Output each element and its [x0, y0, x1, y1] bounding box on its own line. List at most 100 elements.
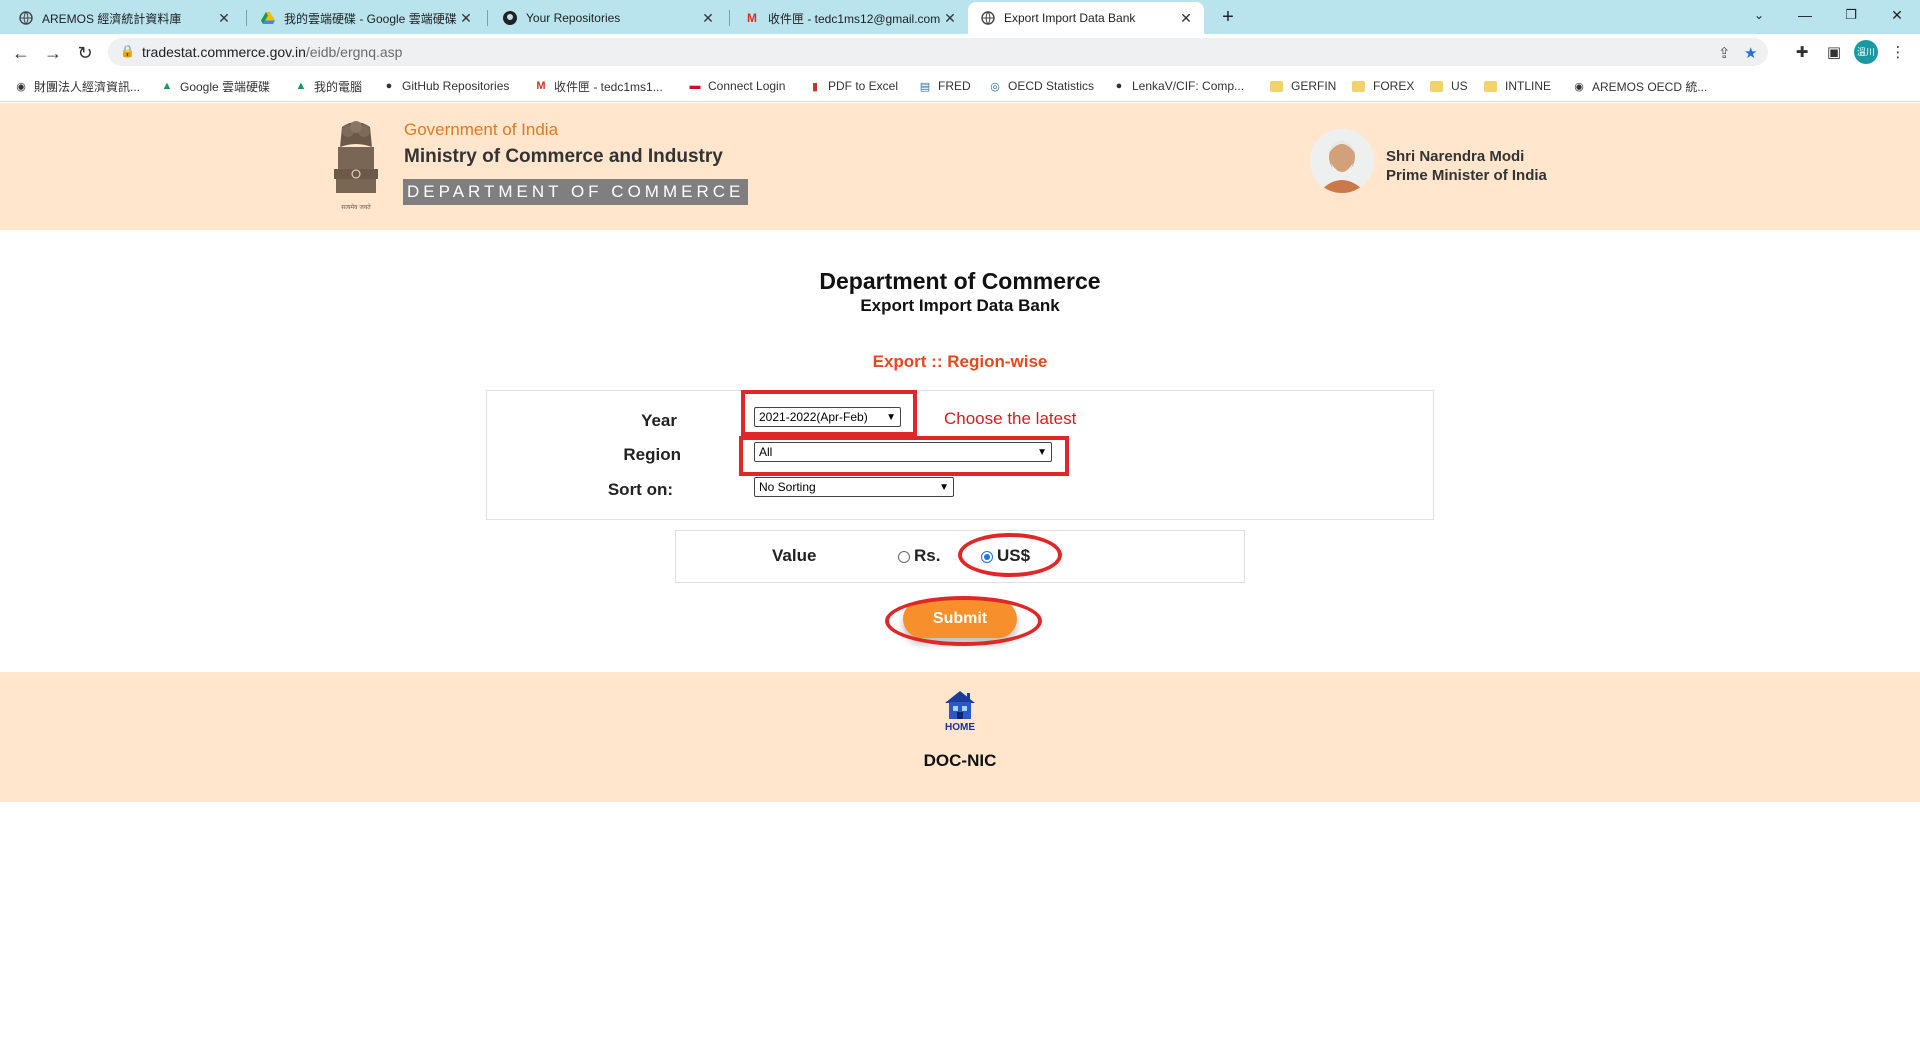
bookmark-item[interactable]: ▬ Connect Login — [688, 76, 786, 96]
home-icon[interactable] — [942, 688, 978, 720]
usd-highlight-ellipse — [958, 533, 1062, 577]
tab-title: AREMOS 經濟統計資料庫 — [42, 11, 182, 26]
reload-button[interactable]: ↻ — [72, 40, 98, 66]
emblem-caption: सत्यमेव जयते — [341, 203, 371, 211]
tab-export-import[interactable]: Export Import Data Bank ✕ — [968, 2, 1204, 34]
value-label: Value — [772, 546, 817, 565]
gmail-icon: M — [747, 11, 757, 25]
year-highlight-box — [741, 390, 917, 436]
tab-aremos[interactable]: AREMOS 經濟統計資料庫 ✕ — [6, 2, 242, 34]
tab-search-icon[interactable]: ⌄ — [1736, 0, 1782, 30]
tab-title: 收件匣 - tedc1ms12@gmail.com — [768, 11, 941, 26]
tab-title: Export Import Data Bank — [1004, 11, 1136, 25]
bookmark-item[interactable]: ▲ Google 雲端硬碟 — [160, 76, 270, 96]
folder-icon — [1270, 80, 1283, 92]
browser-toolbar: ← → ↻ 🔒 tradestat.commerce.gov.in/eidb/e… — [0, 34, 1920, 70]
google-drive-icon: ▲ — [295, 80, 307, 92]
extensions-icon[interactable]: ✚ — [1790, 41, 1814, 65]
national-emblem-icon: सत्यमेव जयते — [334, 121, 378, 211]
globe-icon — [18, 10, 34, 26]
folder-icon — [1484, 80, 1497, 92]
globe-icon: ◉ — [1574, 80, 1584, 93]
lock-icon: 🔒 — [120, 44, 135, 58]
tab-separator — [246, 10, 247, 26]
tab-google-drive[interactable]: 我的雲端硬碟 - Google 雲端硬碟 ✕ — [248, 2, 484, 34]
close-tab-icon[interactable]: ✕ — [216, 10, 232, 27]
gmail-icon: M — [536, 80, 546, 92]
tab-github[interactable]: Your Repositories ✕ — [490, 2, 726, 34]
github-icon: ● — [1115, 80, 1123, 92]
bookmark-item[interactable]: ▤ FRED — [918, 76, 971, 96]
chevron-down-icon: ▼ — [939, 481, 949, 493]
url-text: tradestat.commerce.gov.in/eidb/ergnq.asp — [142, 44, 403, 60]
region-label: Region — [623, 445, 681, 464]
page-subtitle: Export Import Data Bank — [860, 296, 1060, 315]
minimize-button[interactable]: — — [1782, 0, 1828, 30]
close-tab-icon[interactable]: ✕ — [458, 10, 474, 27]
pm-name: Shri Narendra Modi — [1386, 148, 1525, 165]
bookmark-star-icon[interactable]: ★ — [1744, 44, 1757, 62]
bookmark-item[interactable]: ● GitHub Repositories — [382, 76, 510, 96]
avatar[interactable]: 溫川 — [1854, 40, 1878, 64]
bookmark-item[interactable]: ▮ PDF to Excel — [808, 76, 898, 96]
close-window-button[interactable]: ✕ — [1874, 0, 1920, 30]
back-button[interactable]: ← — [8, 40, 34, 66]
restore-button[interactable]: ❐ — [1828, 0, 1874, 30]
close-tab-icon[interactable]: ✕ — [942, 10, 958, 27]
tab-title: Your Repositories — [526, 11, 621, 25]
close-tab-icon[interactable]: ✕ — [700, 10, 716, 27]
address-bar[interactable]: 🔒 tradestat.commerce.gov.in/eidb/ergnq.a… — [108, 38, 1768, 66]
bookmark-item[interactable]: ◎ OECD Statistics — [988, 76, 1094, 96]
tab-gmail[interactable]: M 收件匣 - tedc1ms12@gmail.com ✕ — [732, 2, 968, 34]
sort-label: Sort on: — [607, 480, 673, 499]
pm-photo — [1310, 129, 1374, 193]
google-drive-icon: ▲ — [161, 80, 173, 92]
bookmark-item[interactable]: ● LenkaV/CIF: Comp... — [1112, 76, 1244, 96]
department-banner: DEPARTMENT OF COMMERCE — [403, 179, 749, 205]
globe-icon: ◉ — [16, 80, 26, 93]
github-icon — [502, 10, 518, 26]
tab-separator — [487, 10, 488, 26]
year-annotation: Choose the latest — [944, 409, 1077, 428]
flag-icon: ▬ — [689, 80, 701, 92]
pm-title: Prime Minister of India — [1386, 167, 1547, 184]
forward-button[interactable]: → — [40, 40, 66, 66]
bookmark-folder[interactable]: US — [1430, 76, 1468, 96]
bookmarks-bar: ◉ 財團法人經濟資訊... ▲ Google 雲端硬碟 ▲ 我的電腦 ● GitHub … — [0, 70, 1920, 102]
tab-title: 我的雲端硬碟 - Google 雲端硬碟 — [284, 11, 457, 26]
pdf-icon: ▮ — [811, 80, 819, 93]
close-tab-icon[interactable]: ✕ — [1178, 10, 1194, 27]
sort-select[interactable]: No Sorting ▼ — [754, 477, 954, 497]
oecd-icon: ◎ — [990, 80, 1000, 93]
chart-icon: ▤ — [919, 80, 931, 93]
tab-bar: AREMOS 經濟統計資料庫 ✕ 我的雲端硬碟 - Google 雲端硬碟 ✕ … — [0, 0, 1920, 34]
value-selector: Value Rs. US$ — [675, 530, 1245, 583]
google-drive-icon — [260, 10, 276, 26]
year-label: Year — [641, 411, 677, 430]
section-title: Export :: Region-wise — [872, 352, 1048, 371]
bookmark-item[interactable]: ◉ 財團法人經濟資訊... — [14, 76, 140, 96]
new-tab-button[interactable]: + — [1215, 4, 1241, 30]
bookmark-item[interactable]: M 收件匣 - tedc1ms1... — [534, 76, 662, 96]
bookmark-folder[interactable]: FOREX — [1352, 76, 1414, 96]
folder-icon — [1430, 80, 1443, 92]
share-icon[interactable]: ⇪ — [1718, 44, 1731, 62]
submit-highlight-ellipse — [885, 596, 1042, 646]
tab-separator — [729, 10, 730, 26]
query-form: Year Region Sort on: 2021-2022(Apr-Feb) ▼… — [486, 390, 1434, 520]
site-footer: HOME DOC-NIC — [0, 672, 1920, 802]
rs-radio[interactable] — [898, 551, 910, 563]
menu-icon[interactable]: ⋮ — [1886, 41, 1910, 65]
bookmark-folder[interactable]: GERFIN — [1270, 76, 1336, 96]
bookmark-item[interactable]: ▲ 我的電腦 — [294, 76, 362, 96]
home-link[interactable]: HOME — [0, 722, 1920, 733]
rs-radio-label: Rs. — [914, 546, 941, 565]
side-panel-icon[interactable]: ▣ — [1822, 41, 1846, 65]
page-title: Department of Commerce — [819, 268, 1101, 294]
github-icon: ● — [385, 80, 393, 92]
globe-icon — [980, 10, 996, 26]
ministry-label: Ministry of Commerce and Industry — [404, 146, 723, 167]
bookmark-item[interactable]: ◉ AREMOS OECD 統... — [1572, 76, 1707, 96]
bookmark-folder[interactable]: INTLINE — [1484, 76, 1551, 96]
region-highlight-box — [739, 436, 1069, 476]
